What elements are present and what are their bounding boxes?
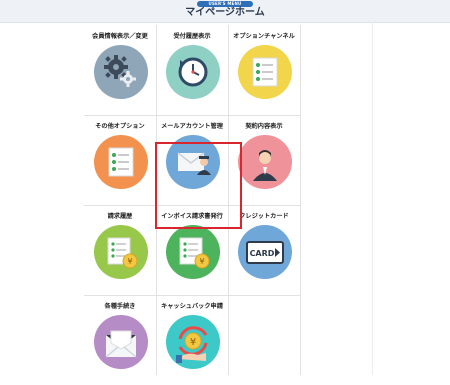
tile-billing-history[interactable]: 請求履歴 ¥	[84, 205, 156, 295]
tile-member-info[interactable]: 会員情報表示／変更	[84, 25, 156, 115]
tile-contract-details[interactable]: 契約内容表示	[228, 115, 300, 205]
grid-divider	[300, 25, 301, 375]
cashback-yen-icon: ¥	[166, 315, 220, 369]
checklist-icon	[94, 135, 148, 189]
tile-invoice-issue[interactable]: インボイス請求書発行 ¥	[156, 205, 228, 295]
tile-procedures[interactable]: 各種手続き	[84, 295, 156, 385]
card-text: CARD	[250, 249, 275, 258]
header-bar: USER'S MENU マイページホーム	[0, 0, 450, 23]
page-title: マイページホーム	[185, 7, 265, 18]
envelope-icon	[94, 315, 148, 369]
tile-label: オプションチャンネル	[233, 33, 295, 40]
invoice-yen-icon: ¥	[166, 225, 220, 279]
tile-cashback-application[interactable]: キャッシュバック申請 ¥	[156, 295, 228, 385]
yen-symbol: ¥	[190, 337, 196, 348]
tile-label: キャッシュバック申請	[161, 303, 223, 310]
gear-icon	[94, 45, 148, 99]
tile-mail-account[interactable]: メールアカウント管理	[156, 115, 228, 205]
checklist-icon	[238, 45, 292, 99]
yen-symbol: ¥	[199, 257, 204, 266]
content-right-border	[372, 22, 373, 375]
tile-credit-card[interactable]: クレジットカード CARD	[228, 205, 300, 295]
tile-label: クレジットカード	[239, 213, 289, 220]
person-icon	[238, 135, 292, 189]
mail-envelope-icon	[166, 135, 220, 189]
credit-card-icon: CARD	[238, 225, 292, 279]
invoice-yen-icon: ¥	[94, 225, 148, 279]
menu-grid: 会員情報表示／変更 受付履歴表示 オプションチャンネル その他オプション メール…	[84, 25, 372, 375]
tile-reception-history[interactable]: 受付履歴表示	[156, 25, 228, 115]
tile-other-options[interactable]: その他オプション	[84, 115, 156, 205]
history-clock-icon	[166, 45, 220, 99]
yen-symbol: ¥	[127, 257, 132, 266]
tile-label: 契約内容表示	[245, 123, 283, 130]
tile-option-channel[interactable]: オプションチャンネル	[228, 25, 300, 115]
